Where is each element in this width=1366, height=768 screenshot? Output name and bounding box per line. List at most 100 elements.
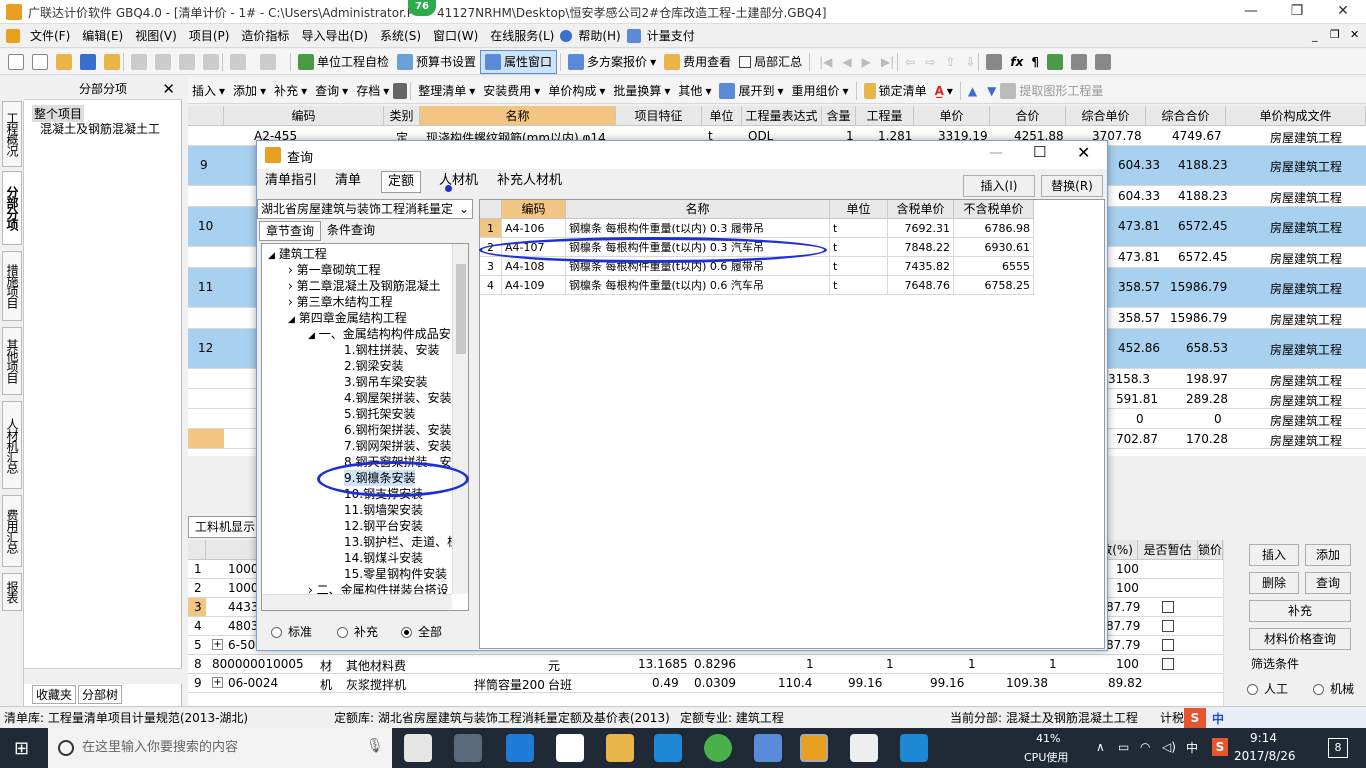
delete-button[interactable]: 删除 [1249, 572, 1299, 594]
arrow-down-icon[interactable]: ⇩ [965, 55, 975, 69]
extract-quantity-button[interactable]: 提取图形工程量 [996, 79, 1107, 103]
tab-labor-material-summary[interactable]: 人材机汇总 [2, 401, 22, 489]
tidy-list-dropdown[interactable]: 整理清单 ▾ [414, 79, 479, 103]
col-header-unit-price[interactable]: 综合单价 [1066, 106, 1146, 126]
menu-online[interactable]: 在线服务(L) [484, 24, 560, 48]
tab-overview[interactable]: 工程概况 [2, 101, 22, 167]
minimize-button[interactable]: — [1228, 0, 1274, 24]
dialog-replace-button[interactable]: 替换(R) [1041, 175, 1103, 197]
menu-file[interactable]: 文件(F) [24, 24, 76, 48]
menu-payment[interactable]: 计量支付 [641, 24, 701, 48]
first-icon[interactable]: |◀ [819, 55, 832, 69]
dialog-minimize-icon[interactable]: — [989, 145, 1003, 161]
menu-project[interactable]: 项目(P) [183, 24, 236, 48]
menu-help[interactable]: 帮助(H) [572, 24, 626, 48]
table-row[interactable]: 8 800000010005 材 其他材料费 元 13.1685 0.8296 … [188, 655, 1223, 674]
tab-chapter-query[interactable]: 章节查询 [259, 221, 322, 241]
expand-icon[interactable]: + [212, 677, 223, 688]
col-header-expr[interactable]: 工程量表达式 [742, 106, 822, 126]
tab-supplement-material[interactable]: 补充人材机 [491, 171, 568, 193]
dialog-close-icon[interactable]: ✕ [1077, 143, 1090, 162]
batch-convert-dropdown[interactable]: 批量换算 ▾ [609, 79, 674, 103]
col-header-name[interactable]: 名称 [566, 200, 830, 219]
tree-node[interactable]: 13.钢护栏、走道、梯 [344, 534, 459, 550]
calculator-icon[interactable] [986, 53, 1003, 70]
green-app-icon[interactable] [704, 734, 732, 762]
col-header-code[interactable]: 编码 [224, 106, 384, 126]
col-header-qty[interactable]: 工程量 [856, 106, 914, 126]
col-header-file[interactable]: 单价构成文件 [1226, 106, 1366, 126]
undo-icon[interactable] [230, 53, 246, 70]
tree-node[interactable]: 11.钢墙架安装 [344, 502, 423, 518]
redo-icon[interactable] [260, 53, 276, 70]
panel-close-icon[interactable]: ✕ [162, 80, 175, 98]
install-fee-dropdown[interactable]: 安装费用 ▾ [479, 79, 544, 103]
col-header-sum[interactable]: 综合合价 [1146, 106, 1226, 126]
tree-node[interactable]: › 第二章混凝土及钢筋混凝土 [288, 278, 441, 294]
lock-list-button[interactable]: 锁定清单 [860, 79, 931, 103]
expand-icon[interactable]: + [212, 639, 223, 650]
menu-system[interactable]: 系统(S) [374, 24, 427, 48]
expand-to-dropdown[interactable]: 展开到 ▾ [715, 79, 787, 103]
tab-favorites[interactable]: 收藏夹 [32, 684, 77, 704]
dialog-insert-button[interactable]: 插入(I) [963, 175, 1035, 197]
reuse-price-dropdown[interactable]: 重用组价 ▾ [788, 79, 853, 103]
material-price-query-button[interactable]: 材料价格查询 [1249, 628, 1351, 650]
col-header-code[interactable]: 编码 [502, 200, 566, 219]
sogou-tray-icon[interactable]: S [1212, 738, 1228, 756]
budget-settings-button[interactable]: 预算书设置 [393, 50, 480, 74]
binoculars-icon[interactable] [393, 82, 408, 99]
gbq-active-icon[interactable] [800, 734, 828, 762]
store-icon[interactable] [556, 734, 584, 762]
windows-start-icon[interactable]: ⊞ [14, 738, 29, 759]
property-window-button[interactable]: 属性窗口 [480, 49, 558, 74]
green-tool-icon[interactable] [1047, 53, 1064, 70]
query-dropdown[interactable]: 查询 ▾ [311, 79, 352, 103]
col-header-total[interactable]: 合价 [990, 106, 1066, 126]
tree-node[interactable]: 15.零星钢构件安装 [344, 566, 447, 582]
volume-icon[interactable]: ◁) [1162, 740, 1176, 754]
notification-icon[interactable]: 8 [1328, 738, 1348, 758]
tab-condition-query[interactable]: 条件查询 [321, 221, 381, 241]
tree-node[interactable]: 12.钢平台安装 [344, 518, 423, 534]
quota-library-select[interactable]: 湖北省房屋建筑与装饰工程消耗量定 ⌄ [257, 199, 473, 219]
mdi-close-icon[interactable]: ✕ [1350, 28, 1359, 41]
paste-icon[interactable] [179, 53, 195, 70]
radio-all[interactable]: 全部 [401, 623, 442, 640]
edge-icon[interactable] [506, 734, 534, 762]
menu-view[interactable]: 视图(V) [129, 24, 183, 48]
multi-plan-quote-button[interactable]: 多方案报价 ▾ [564, 50, 660, 74]
list-tool-icon[interactable] [1095, 53, 1112, 70]
tree-node[interactable]: 7.钢网架拼装、安装 [344, 438, 451, 454]
tree-node[interactable]: › 第一章砌筑工程 [288, 262, 381, 278]
ime-mode[interactable]: 中 [1212, 708, 1224, 730]
tab-section-tree[interactable]: 分部树 [78, 684, 123, 704]
tab-other-items[interactable]: 其他项目 [2, 327, 22, 395]
open-icon[interactable] [56, 53, 72, 70]
new-doc-icon[interactable] [32, 53, 48, 70]
color-dropdown[interactable]: A̲ ▾ [931, 79, 957, 103]
glodon-app-icon[interactable] [754, 734, 782, 762]
add-dropdown[interactable]: 添加 ▾ [229, 79, 270, 103]
tab-reports[interactable]: 报表 [2, 573, 22, 611]
col-header-unit[interactable]: 单位 [830, 200, 888, 219]
arrow-left-icon[interactable]: ⇦ [905, 55, 915, 69]
tray-app-icon[interactable]: ▭ [1118, 740, 1129, 754]
tab-list[interactable]: 清单 [329, 171, 367, 193]
mdi-restore-icon[interactable]: ❐ [1330, 28, 1340, 41]
temp-checkbox[interactable] [1162, 620, 1174, 632]
col-header-unit[interactable]: 单位 [702, 106, 742, 126]
tray-chevron-icon[interactable]: ∧ [1096, 740, 1105, 754]
fee-view-button[interactable]: 费用查看 [660, 50, 735, 74]
col-header-tax-price[interactable]: 含税单价 [888, 200, 954, 219]
col-header-temp[interactable]: 是否暂估 [1138, 540, 1198, 560]
v-scrollbar[interactable] [1223, 540, 1239, 706]
copy-icon[interactable] [155, 53, 171, 70]
close-button[interactable]: ✕ [1320, 0, 1366, 24]
next-icon[interactable]: ▶ [862, 55, 871, 69]
arrow-right-icon[interactable]: ⇨ [925, 55, 935, 69]
clock-date[interactable]: 2017/8/26 [1234, 749, 1296, 763]
menu-cost-index[interactable]: 造价指标 [235, 24, 295, 48]
col-header-ratio[interactable]: 含量 [822, 106, 856, 126]
arrow-up-icon[interactable]: ⇧ [945, 55, 955, 69]
